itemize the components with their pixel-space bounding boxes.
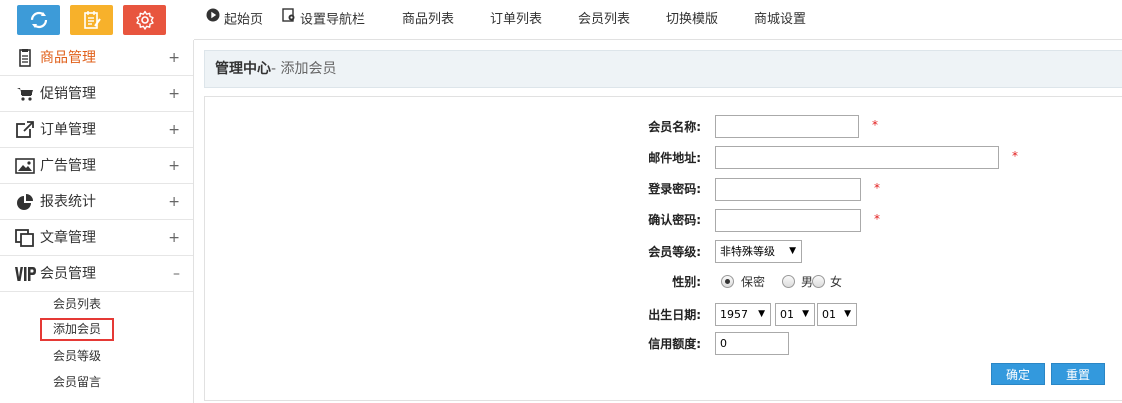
username-input[interactable]	[715, 115, 859, 138]
sidebar-item-members[interactable]: 会员管理 –	[0, 256, 193, 292]
edit-note-button[interactable]	[70, 5, 113, 35]
member-submenu: 会员列表 添加会员 会员等级 会员留言	[0, 292, 193, 403]
external-link-icon	[15, 121, 35, 139]
nav-mall-settings[interactable]: 商城设置	[754, 0, 806, 40]
refresh-icon	[30, 11, 47, 29]
settings-doc-icon	[282, 0, 296, 39]
top-bar: 起始页 设置导航栏 商品列表 订单列表 会员列表 切换模版 商城设置	[0, 0, 1122, 40]
sidebar-item-label: 会员管理	[40, 266, 96, 282]
required-mark: *	[1012, 149, 1018, 163]
confirm-password-label: 确认密码:	[648, 213, 701, 227]
submenu-member-list[interactable]: 会员列表	[40, 293, 114, 316]
copy-icon	[15, 229, 35, 247]
play-circle-icon	[206, 0, 220, 39]
birthday-label: 出生日期:	[648, 308, 701, 322]
image-icon	[15, 157, 35, 175]
gear-icon	[135, 10, 154, 30]
gender-radio-group: 保密 男 女	[721, 275, 871, 291]
nav-goods-list[interactable]: 商品列表	[402, 0, 454, 40]
vip-icon	[15, 265, 36, 283]
dropdown-arrow-icon: ▼	[802, 309, 809, 319]
sidebar: 商品管理 + 促销管理 + 订单管理 + 广告管理 + 报表统计 + 文章管理	[0, 40, 194, 403]
submit-button[interactable]: 确定	[991, 363, 1045, 385]
settings-button[interactable]	[123, 5, 166, 35]
breadcrumb-current: - 添加会员	[271, 61, 337, 77]
dropdown-arrow-icon: ▼	[758, 309, 765, 319]
sidebar-item-label: 促销管理	[40, 86, 96, 102]
gender-option-label: 女	[830, 275, 843, 289]
nav-home[interactable]: 起始页	[206, 0, 263, 40]
birth-day-value: 01	[822, 308, 836, 321]
rank-select[interactable]: 非特殊等级 ▼	[715, 240, 802, 263]
birth-day-select[interactable]: 01 ▼	[817, 303, 857, 326]
sidebar-item-label: 广告管理	[40, 158, 96, 174]
gender-option-label: 保密	[741, 275, 766, 289]
nav-set-nav[interactable]: 设置导航栏	[282, 0, 365, 40]
sidebar-item-reports[interactable]: 报表统计 +	[0, 184, 193, 220]
rank-select-value: 非特殊等级	[720, 245, 775, 258]
dropdown-arrow-icon: ▼	[844, 309, 851, 319]
sidebar-item-goods[interactable]: 商品管理 +	[0, 40, 193, 76]
sidebar-item-label: 订单管理	[40, 122, 96, 138]
sidebar-item-orders[interactable]: 订单管理 +	[0, 112, 193, 148]
nav-set-nav-label: 设置导航栏	[300, 12, 366, 28]
submenu-member-message[interactable]: 会员留言	[40, 371, 114, 394]
gender-radio-male[interactable]	[782, 275, 795, 288]
sidebar-item-label: 文章管理	[40, 230, 96, 246]
add-member-form: 会员名称: * 邮件地址: * 登录密码: * 确认密码: * 会员等级: 非特…	[204, 96, 1122, 401]
birth-year-select[interactable]: 1957 ▼	[715, 303, 771, 326]
required-mark: *	[872, 118, 878, 132]
sidebar-item-ads[interactable]: 广告管理 +	[0, 148, 193, 184]
clipboard-icon	[15, 49, 35, 67]
expand-toggle[interactable]: +	[168, 184, 180, 220]
expand-toggle[interactable]: +	[168, 76, 180, 112]
birth-month-select[interactable]: 01 ▼	[775, 303, 815, 326]
main-header: 管理中心- 添加会员	[204, 50, 1122, 88]
nav-home-label: 起始页	[224, 12, 264, 28]
gender-radio-female[interactable]	[812, 275, 825, 288]
password-input[interactable]	[715, 178, 861, 201]
reset-button[interactable]: 重置	[1051, 363, 1105, 385]
cart-icon	[15, 85, 35, 103]
expand-toggle[interactable]: +	[168, 112, 180, 148]
sidebar-item-label: 商品管理	[40, 50, 96, 66]
birth-year-value: 1957	[720, 308, 748, 321]
page-title: 管理中心- 添加会员	[215, 51, 337, 87]
required-mark: *	[874, 212, 880, 226]
gender-radio-secret[interactable]	[721, 275, 734, 288]
confirm-password-input[interactable]	[715, 209, 861, 232]
password-label: 登录密码:	[648, 182, 701, 196]
sidebar-item-articles[interactable]: 文章管理 +	[0, 220, 193, 256]
nav-switch-template[interactable]: 切换模版	[666, 0, 718, 40]
nav-member-list[interactable]: 会员列表	[578, 0, 630, 40]
expand-toggle[interactable]: +	[168, 40, 180, 76]
email-label: 邮件地址:	[648, 151, 701, 165]
rank-label: 会员等级:	[648, 245, 701, 259]
breadcrumb-root[interactable]: 管理中心	[215, 61, 271, 77]
email-input[interactable]	[715, 146, 999, 169]
nav-order-list[interactable]: 订单列表	[490, 0, 542, 40]
submenu-member-rank[interactable]: 会员等级	[40, 345, 114, 368]
sidebar-item-label: 报表统计	[40, 194, 96, 210]
submenu-add-member[interactable]: 添加会员	[40, 318, 115, 341]
expand-toggle[interactable]: +	[168, 220, 180, 256]
sidebar-item-promotion[interactable]: 促销管理 +	[0, 76, 193, 112]
top-nav: 起始页 设置导航栏 商品列表 订单列表 会员列表 切换模版 商城设置	[194, 0, 1122, 40]
pie-chart-icon	[15, 193, 35, 211]
edit-note-icon	[83, 11, 101, 29]
credit-label: 信用额度:	[648, 337, 701, 351]
birth-month-value: 01	[780, 308, 794, 321]
required-mark: *	[874, 181, 880, 195]
username-label: 会员名称:	[648, 120, 701, 134]
collapse-toggle[interactable]: –	[173, 256, 180, 292]
dropdown-arrow-icon: ▼	[789, 246, 796, 256]
credit-input[interactable]: 0	[715, 332, 789, 355]
refresh-button[interactable]	[17, 5, 60, 35]
expand-toggle[interactable]: +	[168, 148, 180, 184]
gender-label: 性别:	[672, 275, 701, 289]
